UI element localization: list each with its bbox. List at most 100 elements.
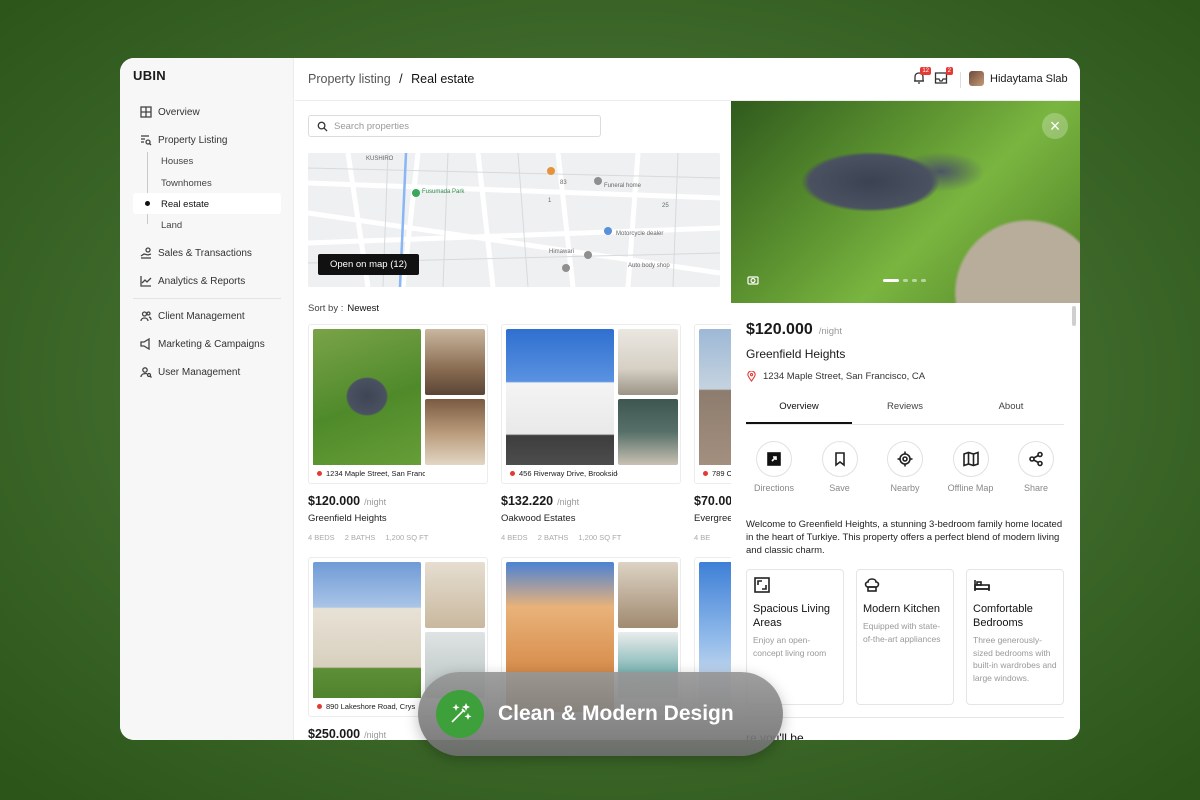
map-label: Himawari <box>549 249 575 255</box>
open-on-map-button[interactable]: Open on map (12) <box>318 254 420 275</box>
close-button[interactable]: × <box>1042 113 1068 139</box>
map-label: 83 <box>560 180 567 186</box>
sidebar-subitem-townhomes[interactable]: Townhomes <box>161 174 212 192</box>
breadcrumb-parent[interactable]: Property listing <box>308 72 391 86</box>
listing-name: Oakwood Estates <box>501 513 576 524</box>
pager-dot[interactable] <box>883 279 899 282</box>
gallery-pager[interactable] <box>883 279 926 282</box>
sort-control[interactable]: Sort by : Newest <box>308 303 379 314</box>
sidebar-item-sales[interactable]: Sales & Transactions <box>140 243 252 263</box>
bookmark-icon <box>834 452 845 467</box>
map-label: Funeral home <box>604 183 642 189</box>
listing-address: 1234 Maple Street, San Francisco <box>313 465 425 481</box>
breadcrumb-current: Real estate <box>411 72 475 86</box>
arrow-up-right-icon <box>767 452 781 466</box>
sidebar-item-label: Property Listing <box>158 134 228 146</box>
sidebar-subitem-houses[interactable]: Houses <box>161 152 193 170</box>
sidebar-subitem-land[interactable]: Land <box>161 216 182 234</box>
feature-title: Spacious Living Areas <box>753 603 831 629</box>
map-preview[interactable]: KUSHIRO Fusumada Park Himawari Motorcycl… <box>308 153 720 287</box>
app-logo: UBIN <box>133 68 166 83</box>
sidebar-item-property-listing[interactable]: Property Listing <box>140 130 227 150</box>
list-search-icon <box>141 135 152 146</box>
breadcrumb-separator: / <box>399 72 403 86</box>
sidebar-item-marketing[interactable]: Marketing & Campaigns <box>140 334 265 354</box>
feature-banner: Clean & Modern Design <box>418 672 783 756</box>
sidebar: UBIN Overview Property Listing Houses To… <box>120 58 294 740</box>
feature-title: Modern Kitchen <box>863 603 941 615</box>
listing-card[interactable]: 789 O $70.00 Evergree 4 BE <box>694 324 731 542</box>
listing-photo <box>425 399 485 465</box>
sidebar-item-label: Client Management <box>158 310 245 322</box>
active-dot <box>145 201 150 206</box>
avatar <box>969 71 984 86</box>
share-button[interactable]: Share <box>1008 441 1064 493</box>
pager-dot[interactable] <box>921 279 926 282</box>
listing-features: 4 BEDS 2 BATHS 1,200 SQ FT <box>308 533 488 542</box>
user-search-icon <box>140 367 152 378</box>
save-button[interactable]: Save <box>812 441 868 493</box>
location-pin-icon <box>747 371 756 382</box>
section-divider <box>746 717 1064 718</box>
panel-scrollbar[interactable] <box>1072 306 1076 326</box>
inbox-button[interactable]: 2 <box>934 67 953 85</box>
feature-text: Enjoy an open-concept living room <box>753 635 827 658</box>
listing-address: 890 Lakeshore Road, Crys <box>313 698 425 714</box>
sidebar-subitem-real-estate[interactable]: Real estate <box>161 195 209 213</box>
beds-count: 4 BEDS <box>501 533 528 542</box>
camera-icon[interactable] <box>747 275 759 285</box>
user-menu[interactable]: Hidaytama Slab <box>969 71 1068 86</box>
tab-overview[interactable]: Overview <box>746 395 852 424</box>
magic-wand-icon <box>451 702 472 723</box>
feature-text: Equipped with state-of-the-art appliance… <box>863 621 941 644</box>
map-icon <box>962 451 979 467</box>
listing-gallery[interactable]: 789 O <box>694 324 731 484</box>
property-hero-image[interactable]: × <box>731 101 1080 303</box>
expand-icon <box>754 577 770 593</box>
detail-price: $120.000/night <box>746 321 842 338</box>
directions-button[interactable]: Directions <box>746 441 802 493</box>
listing-photo <box>506 329 614 479</box>
listing-name: Evergree <box>694 513 731 524</box>
sidebar-item-label: User Management <box>158 366 241 378</box>
listing-gallery[interactable]: 1234 Maple Street, San Francisco <box>308 324 488 484</box>
nearby-button[interactable]: Nearby <box>877 441 933 493</box>
breadcrumb: Property listing / Real estate <box>308 72 474 86</box>
detail-address: 1234 Maple Street, San Francisco, CA <box>746 371 925 382</box>
listing-address: 456 Riverway Drive, Brookside <box>506 465 618 481</box>
feature-text: Three generously-sized bedrooms with bui… <box>973 635 1057 683</box>
inbox-badge: 2 <box>945 67 953 75</box>
sidebar-item-analytics[interactable]: Analytics & Reports <box>140 271 245 291</box>
megaphone-icon <box>140 338 150 350</box>
location-dot-icon <box>703 470 708 476</box>
listing-gallery[interactable]: 456 Riverway Drive, Brookside <box>501 324 681 484</box>
sort-label: Sort by : <box>308 303 344 314</box>
location-dot-icon <box>317 470 322 476</box>
listing-card[interactable]: 456 Riverway Drive, Brookside $132.220/n… <box>501 324 681 542</box>
listing-card[interactable]: 1234 Maple Street, San Francisco $120.00… <box>308 324 488 542</box>
pager-dot[interactable] <box>912 279 917 282</box>
baths-count: 2 BATHS <box>537 533 569 542</box>
header-divider <box>960 72 961 88</box>
tab-about[interactable]: About <box>958 395 1064 424</box>
top-header: Property listing / Real estate 12 2 Hida… <box>295 58 1080 101</box>
listing-name: Greenfield Heights <box>308 513 387 524</box>
offline-map-button[interactable]: Offline Map <box>943 441 999 493</box>
sidebar-item-users[interactable]: User Management <box>140 362 240 382</box>
beds-count: 4 BE <box>694 533 711 542</box>
location-dot-icon <box>317 703 322 709</box>
sidebar-item-overview[interactable]: Overview <box>140 102 200 122</box>
action-label: Nearby <box>890 483 920 493</box>
listing-photo <box>618 562 678 628</box>
notification-button[interactable]: 12 <box>912 67 931 85</box>
pager-dot[interactable] <box>903 279 908 282</box>
user-name: Hidaytama Slab <box>990 72 1068 85</box>
sidebar-item-clients[interactable]: Client Management <box>140 306 245 326</box>
tab-reviews[interactable]: Reviews <box>852 395 958 424</box>
search-input[interactable]: Search properties <box>308 115 601 137</box>
detail-tabs: Overview Reviews About <box>746 395 1064 425</box>
listing-photo <box>425 329 485 395</box>
users-icon <box>140 311 152 322</box>
grid-icon <box>140 106 152 118</box>
sidebar-item-label: Sales & Transactions <box>158 247 252 259</box>
